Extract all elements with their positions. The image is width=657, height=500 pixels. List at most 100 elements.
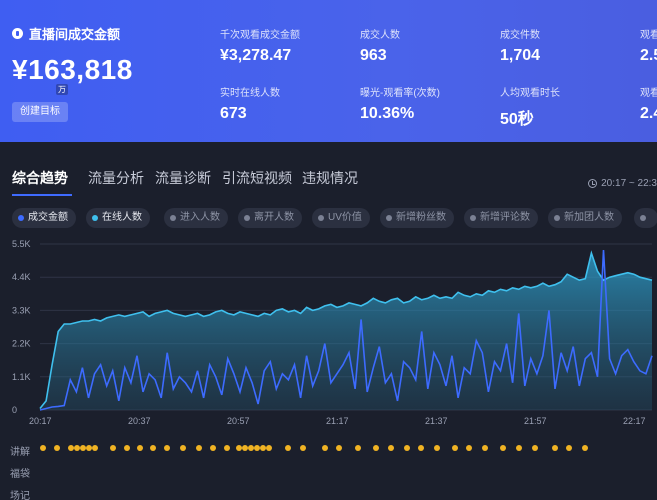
x-tick-label: 21:37 — [425, 416, 448, 426]
metric-label: 成交件数 — [500, 30, 540, 41]
explain-event-dot[interactable] — [532, 445, 538, 451]
explain-event-dot[interactable] — [54, 445, 60, 451]
tab-violations[interactable]: 违规情况 — [302, 168, 358, 188]
chart-legend: 成交金额 在线人数 进入人数 离开人数 UV价值 新增粉丝数 新增评论数 新加团… — [0, 208, 657, 230]
legend-gmv[interactable]: 成交金额 — [12, 208, 76, 228]
legend-label: 在线人数 — [102, 212, 142, 223]
active-tab-indicator — [12, 194, 72, 196]
explain-event-dot[interactable] — [196, 445, 202, 451]
y-tick-label: 1.1K — [12, 372, 31, 382]
legend-dot — [640, 215, 646, 221]
time-range-picker[interactable]: 20:17 ~ 22:3 — [588, 178, 657, 189]
explain-event-dot[interactable] — [418, 445, 424, 451]
gmv-header: 直播间成交金额 — [12, 24, 120, 43]
metric-gpm: 千次观看成交金额 ¥3,278.47 — [220, 26, 300, 65]
series-online-area — [40, 253, 652, 410]
tab-bar: 综合趋势 流量分析 流量诊断 引流短视频 违规情况 — [0, 168, 657, 196]
x-tick-label: 22:17 — [623, 416, 646, 426]
legend-new-fans[interactable]: 新增粉丝数 — [380, 208, 454, 228]
explain-event-dot[interactable] — [92, 445, 98, 451]
legend-label: UV价值 — [328, 212, 362, 223]
explain-event-dot[interactable] — [373, 445, 379, 451]
explain-event-dot[interactable] — [452, 445, 458, 451]
explain-event-dot[interactable] — [552, 445, 558, 451]
legend-dot — [92, 215, 98, 221]
explain-event-dot[interactable] — [124, 445, 130, 451]
tab-traffic-analysis[interactable]: 流量分析 — [88, 168, 144, 188]
metric-label: 千次观看成交金额 — [220, 30, 300, 41]
explain-event-dot[interactable] — [482, 445, 488, 451]
metric-value: 673 — [220, 105, 247, 122]
explain-event-dot[interactable] — [516, 445, 522, 451]
metrics-banner: 直播间成交金额 ¥163,818 万 创建目标 千次观看成交金额 ¥3,278.… — [0, 0, 657, 142]
legend-label: 离开人数 — [254, 212, 294, 223]
explain-event-dot[interactable] — [466, 445, 472, 451]
explain-event-dot[interactable] — [40, 445, 46, 451]
metric-value: 1,704 — [500, 47, 541, 64]
legend-dot — [554, 215, 560, 221]
metric-online-now: 实时在线人数 673 — [220, 84, 280, 123]
event-label-lucky-bag: 福袋 — [10, 469, 30, 480]
gmv-title: 直播间成交金额 — [12, 24, 120, 43]
explain-event-dot[interactable] — [137, 445, 143, 451]
legend-label: 新增评论数 — [480, 212, 530, 223]
metric-label: 观看 — [640, 88, 657, 99]
legend-label: 新增粉丝数 — [396, 212, 446, 223]
explain-event-dot[interactable] — [355, 445, 361, 451]
y-tick-label: 0 — [12, 405, 17, 415]
legend-label: 新加团人数 — [564, 212, 614, 223]
explain-event-dot[interactable] — [582, 445, 588, 451]
explain-event-dot[interactable] — [566, 445, 572, 451]
tab-traffic-diagnosis[interactable]: 流量诊断 — [155, 168, 211, 188]
explain-event-dot[interactable] — [388, 445, 394, 451]
legend-dot — [18, 215, 24, 221]
explain-event-dot[interactable] — [404, 445, 410, 451]
legend-uv-value[interactable]: UV价值 — [312, 208, 370, 228]
metric-value: 2.5 — [640, 47, 657, 64]
y-axis: 5.5K 4.4K 3.3K 2.2K 1.1K 0 — [12, 239, 31, 415]
legend-label: 进入人数 — [180, 212, 220, 223]
metric-value: 10.36% — [360, 105, 415, 122]
event-label-explain: 讲解 — [10, 447, 30, 458]
explain-event-dot[interactable] — [180, 445, 186, 451]
legend-online[interactable]: 在线人数 — [86, 208, 150, 228]
legend-more[interactable] — [634, 208, 657, 228]
metric-label: 曝光-观看率(次数) — [360, 88, 440, 99]
legend-dot — [470, 215, 476, 221]
metric-items-sold: 成交件数 1,704 — [500, 26, 540, 65]
metric-value: 2.4 — [640, 105, 657, 122]
explain-event-dot[interactable] — [164, 445, 170, 451]
explain-event-dot[interactable] — [336, 445, 342, 451]
metric-avg-watch-time: 人均观看时长 50秒 — [500, 84, 560, 129]
metric-exposure-rate: 曝光-观看率(次数) 10.36% — [360, 84, 440, 123]
time-range-text: 20:17 ~ 22:3 — [601, 178, 657, 189]
y-tick-label: 5.5K — [12, 239, 31, 249]
legend-new-comments[interactable]: 新增评论数 — [464, 208, 538, 228]
explain-event-dot[interactable] — [434, 445, 440, 451]
explain-event-dot[interactable] — [322, 445, 328, 451]
legend-leave[interactable]: 离开人数 — [238, 208, 302, 228]
x-tick-label: 20:17 — [29, 416, 52, 426]
legend-label: 成交金额 — [28, 212, 68, 223]
tab-overall-trend[interactable]: 综合趋势 — [12, 168, 68, 188]
explain-event-dot[interactable] — [224, 445, 230, 451]
metric-views-2: 观看 2.4 — [640, 84, 657, 123]
legend-dot — [244, 215, 250, 221]
metric-value: 963 — [360, 47, 387, 64]
y-tick-label: 4.4K — [12, 272, 31, 282]
explain-event-dot[interactable] — [500, 445, 506, 451]
explain-event-dot[interactable] — [266, 445, 272, 451]
metric-value: 50秒 — [500, 111, 534, 128]
x-tick-label: 20:57 — [227, 416, 250, 426]
create-goal-button[interactable]: 创建目标 — [12, 102, 68, 122]
explain-event-dot[interactable] — [150, 445, 156, 451]
gmv-value: ¥163,818 — [12, 54, 133, 85]
explain-event-dot[interactable] — [210, 445, 216, 451]
explain-event-dot[interactable] — [110, 445, 116, 451]
legend-new-group[interactable]: 新加团人数 — [548, 208, 622, 228]
explain-event-dot[interactable] — [285, 445, 291, 451]
metric-label: 成交人数 — [360, 30, 400, 41]
tab-short-video[interactable]: 引流短视频 — [222, 168, 292, 188]
explain-event-dot[interactable] — [300, 445, 306, 451]
legend-enter[interactable]: 进入人数 — [164, 208, 228, 228]
